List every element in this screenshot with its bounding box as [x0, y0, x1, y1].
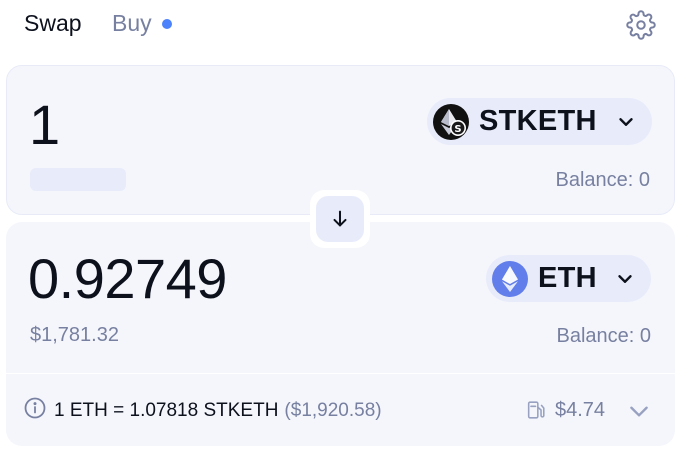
output-panel: 0.92749 ETH $1,781.32 Balance: 0 1 ETH =…: [6, 222, 675, 446]
chevron-down-icon[interactable]: [626, 398, 652, 424]
info-icon[interactable]: [23, 396, 47, 420]
input-token-selector[interactable]: S STKETH: [427, 98, 652, 145]
switch-tokens-button[interactable]: [316, 196, 364, 242]
buy-notification-dot: [162, 19, 172, 29]
tab-buy[interactable]: Buy: [112, 10, 152, 37]
gear-icon[interactable]: [626, 10, 656, 40]
chevron-down-icon: [619, 117, 633, 126]
output-usd-value: $1,781.32: [30, 324, 119, 346]
output-balance: Balance: 0: [556, 325, 651, 347]
stketh-logo-icon: S: [433, 103, 469, 140]
gas-fee: $4.74: [555, 399, 606, 421]
switch-tokens-container: [310, 190, 370, 248]
eth-logo-icon: [492, 260, 528, 297]
exchange-rate-usd: ($1,920.58): [284, 400, 382, 421]
input-usd-placeholder: [30, 168, 126, 191]
gas-pump-icon: [527, 401, 545, 419]
swap-header: Swap Buy: [0, 0, 680, 52]
output-token-symbol: ETH: [538, 262, 597, 294]
arrow-down-icon: [333, 210, 347, 227]
exchange-rate: 1 ETH = 1.07818 STKETH ($1,920.58): [54, 400, 382, 422]
input-amount-field[interactable]: 1: [29, 92, 60, 157]
output-token-selector[interactable]: ETH: [486, 255, 651, 302]
svg-text:S: S: [454, 123, 461, 134]
chevron-down-icon: [618, 274, 632, 283]
input-token-symbol: STKETH: [479, 105, 597, 137]
input-balance: Balance: 0: [555, 169, 650, 191]
tab-swap[interactable]: Swap: [24, 10, 82, 37]
output-amount-field[interactable]: 0.92749: [28, 246, 227, 311]
rate-details-row[interactable]: 1 ETH = 1.07818 STKETH ($1,920.58) $4.74: [6, 374, 675, 446]
exchange-rate-value: 1 ETH = 1.07818 STKETH: [54, 400, 279, 421]
